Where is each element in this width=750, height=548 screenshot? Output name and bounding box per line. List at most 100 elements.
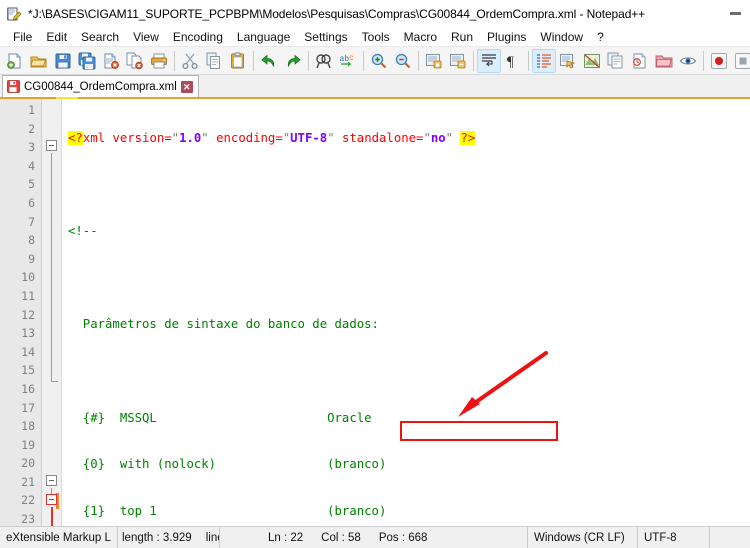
monitoring-icon[interactable] <box>628 49 652 73</box>
function-list-icon[interactable] <box>604 49 628 73</box>
sync-horizontal-scroll-icon[interactable] <box>446 49 470 73</box>
line-number: 15 <box>21 363 35 378</box>
line-number: 7 <box>28 214 35 229</box>
line-number: 11 <box>21 288 35 303</box>
code-line-3: <!-- <box>68 224 98 239</box>
fold-margin[interactable] <box>42 99 62 526</box>
menu-macro[interactable]: Macro <box>397 28 444 46</box>
menu-file[interactable]: File <box>6 28 39 46</box>
show-all-characters-icon[interactable]: ¶ <box>501 49 525 73</box>
paste-icon[interactable] <box>226 49 250 73</box>
toolbar-separator <box>253 50 254 71</box>
show-preview-eye-icon[interactable] <box>676 49 700 73</box>
toolbar-separator <box>308 50 309 71</box>
line-number: 1 <box>28 103 35 117</box>
fold-toggle-line-20[interactable] <box>46 475 57 486</box>
line-number: 13 <box>21 326 35 341</box>
save-icon[interactable] <box>51 49 75 73</box>
line-number: 14 <box>21 344 35 359</box>
menu-encoding[interactable]: Encoding <box>166 28 230 46</box>
line-number: 20 <box>21 456 35 471</box>
document-tab-bar: CG00844_OrdemCompra.xml ✕ <box>0 75 750 99</box>
menu-tools[interactable]: Tools <box>355 28 397 46</box>
line-number: 10 <box>21 270 35 285</box>
replace-icon[interactable]: ab c <box>336 49 360 73</box>
minimize-button[interactable] <box>720 0 750 27</box>
fold-toggle-line-3[interactable] <box>46 140 57 151</box>
notepad-plus-plus-window: *J:\BASES\CIGAM11_SUPORTE_PCPBPM\Modelos… <box>0 0 750 548</box>
menu-view[interactable]: View <box>126 28 166 46</box>
line-number: 9 <box>28 251 35 266</box>
status-language: eXtensible Markup L <box>0 526 118 548</box>
line-number: 17 <box>21 400 35 415</box>
fold-toggle-line-22[interactable] <box>46 494 57 505</box>
new-file-icon[interactable] <box>3 49 27 73</box>
line-number: 23 <box>21 512 35 526</box>
status-lines: lines : 101 <box>205 531 219 544</box>
window-controls <box>720 0 750 27</box>
copy-icon[interactable] <box>202 49 226 73</box>
redo-icon[interactable] <box>281 49 305 73</box>
status-col: Col : 58 <box>321 531 361 544</box>
menu-window[interactable]: Window <box>533 28 590 46</box>
svg-text:¶: ¶ <box>507 54 514 70</box>
folder-as-workspace-icon[interactable] <box>652 49 676 73</box>
find-icon[interactable] <box>312 49 336 73</box>
show-indent-guide-icon[interactable] <box>532 48 556 73</box>
tab-cg00844-ordemcompra-xml[interactable]: CG00844_OrdemCompra.xml ✕ <box>2 75 199 97</box>
close-file-icon[interactable] <box>99 49 123 73</box>
status-insert-mode <box>710 527 750 548</box>
line-number: 6 <box>28 195 35 210</box>
toolbar-separator <box>363 50 364 71</box>
zoom-out-icon[interactable] <box>391 49 415 73</box>
stop-macro-icon[interactable] <box>731 49 750 73</box>
close-icon[interactable]: ✕ <box>180 80 193 93</box>
word-wrap-icon[interactable] <box>477 48 501 73</box>
undo-icon[interactable] <box>257 49 281 73</box>
cut-icon[interactable] <box>178 49 202 73</box>
record-macro-icon[interactable] <box>707 49 731 73</box>
sync-vertical-scroll-icon[interactable] <box>422 49 446 73</box>
menu-settings[interactable]: Settings <box>297 28 354 46</box>
menu-search[interactable]: Search <box>74 28 126 46</box>
menu-language[interactable]: Language <box>230 28 297 46</box>
menu-edit[interactable]: Edit <box>39 28 74 46</box>
line-number: 18 <box>21 419 35 434</box>
toolbar-separator <box>473 50 474 71</box>
menu-run[interactable]: Run <box>444 28 480 46</box>
menu-plugins[interactable]: Plugins <box>480 28 533 46</box>
toolbar: ab c ¶ <box>0 47 750 75</box>
status-encoding: UTF-8 <box>638 526 710 548</box>
document-map-icon[interactable] <box>580 49 604 73</box>
menu-bar: File Edit Search View Encoding Language … <box>0 27 750 47</box>
code-editor[interactable]: 1 2 3 4 5 6 7 8 9 10 11 12 13 14 15 16 1… <box>0 99 750 526</box>
fold-guide-select <box>51 507 53 526</box>
svg-text:c: c <box>349 54 354 63</box>
code-text-area[interactable]: <?xml version="1.0" encoding="UTF-8" sta… <box>62 99 750 526</box>
zoom-in-icon[interactable] <box>367 49 391 73</box>
status-caret-position: Ln : 22 Col : 58 Pos : 668 <box>220 526 528 548</box>
code-line-5: Parâmetros de sintaxe do banco de dados: <box>68 317 379 332</box>
code-line-9: {1} top 1 (branco) <box>68 503 387 518</box>
close-all-icon[interactable] <box>123 49 147 73</box>
save-all-icon[interactable] <box>75 49 99 73</box>
saved-file-icon <box>7 80 20 93</box>
toolbar-separator <box>528 50 529 71</box>
line-number: 8 <box>28 233 35 248</box>
line-number: 12 <box>21 307 35 322</box>
status-ln: Ln : 22 <box>268 531 304 544</box>
print-icon[interactable] <box>147 49 171 73</box>
status-bar: eXtensible Markup L length : 3.929 lines… <box>0 526 750 548</box>
open-file-icon[interactable] <box>27 49 51 73</box>
user-defined-language-icon[interactable] <box>556 49 580 73</box>
line-number: 22 <box>21 493 35 508</box>
code-line-8: {0} with (nolock) (branco) <box>68 457 387 472</box>
title-bar: *J:\BASES\CIGAM11_SUPORTE_PCPBPM\Modelos… <box>0 0 750 27</box>
status-document-stats: length : 3.929 lines : 101 <box>118 526 220 548</box>
line-number: 3 <box>28 140 35 155</box>
status-eol-format: Windows (CR LF) <box>528 526 638 548</box>
toolbar-separator <box>418 50 419 71</box>
menu-help[interactable]: ? <box>590 28 611 46</box>
